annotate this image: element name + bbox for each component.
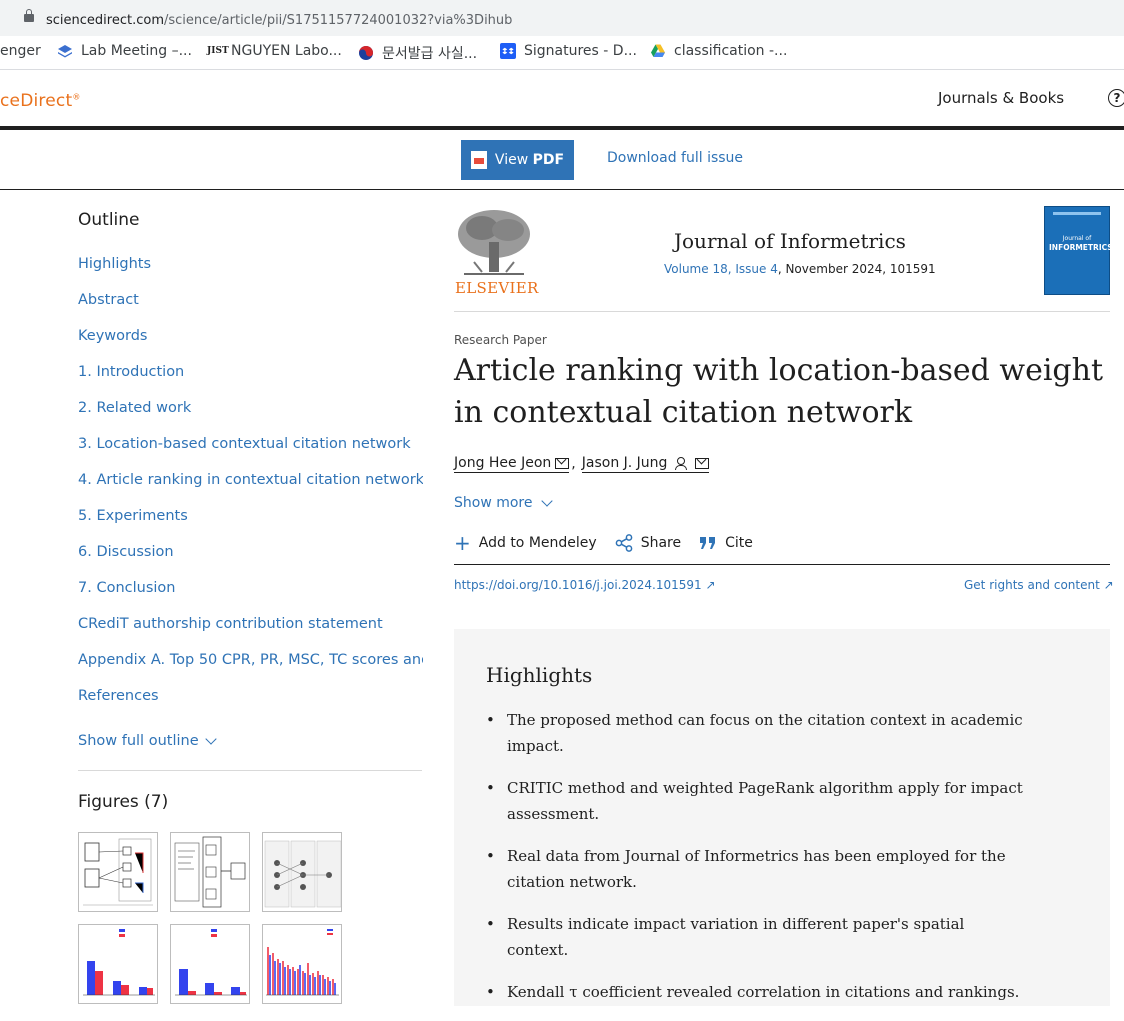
outline-item-conclusion[interactable]: 7. Conclusion (78, 580, 423, 616)
bookmark-item[interactable]: Signatures - D... (500, 43, 637, 59)
article-title: Article ranking with location-based weig… (454, 353, 1104, 430)
journal-cover-image[interactable]: Journal of INFORMETRICS (1044, 206, 1113, 295)
envelope-icon (555, 457, 570, 469)
outline-item-experiments[interactable]: 5. Experiments (78, 508, 423, 544)
add-to-mendeley-button[interactable]: + Add to Mendeley (454, 531, 597, 555)
figure-thumbnail[interactable] (78, 832, 158, 912)
share-button[interactable]: Share (615, 534, 681, 552)
external-link-icon: ↗ (705, 578, 716, 592)
bookmark-item[interactable]: Lab Meeting –... (57, 43, 192, 59)
help-icon[interactable]: ? (1108, 89, 1124, 107)
outline-item-introduction[interactable]: 1. Introduction (78, 364, 423, 400)
show-more-button[interactable]: Show more (454, 495, 553, 511)
outline-item-related-work[interactable]: 2. Related work (78, 400, 423, 436)
volume-issue-link[interactable]: Volume 18, Issue 4 (664, 262, 778, 276)
bookmark-item[interactable]: JIST NGUYEN Labo... (207, 43, 342, 59)
cite-button[interactable]: Cite (699, 535, 753, 551)
figure-thumbnail[interactable] (78, 924, 158, 1004)
outline-item-discussion[interactable]: 6. Discussion (78, 544, 423, 580)
author-list: Jong Hee Jeon , Jason J. Jung (454, 455, 710, 473)
envelope-icon (695, 457, 710, 469)
drive-icon (650, 43, 666, 59)
cover-title: INFORMETRICS (1049, 243, 1113, 252)
bookmark-item[interactable]: enger (0, 43, 41, 59)
person-icon (675, 457, 688, 470)
bookmarks-bar: enger Lab Meeting –... JIST NGUYEN Labo.… (0, 36, 1124, 70)
figure-thumbnail[interactable] (262, 924, 342, 1004)
cover-stripe (1053, 212, 1101, 215)
chevron-down-icon (540, 495, 553, 507)
show-full-outline-button[interactable]: Show full outline (78, 733, 217, 749)
sciencedirect-logo[interactable]: ceDirect® (0, 91, 81, 111)
plus-icon: + (454, 531, 471, 555)
view-pdf-label: View PDF (494, 152, 565, 168)
bookmark-item[interactable]: classification -... (650, 43, 787, 59)
outline-item-references[interactable]: References (78, 688, 423, 724)
view-pdf-button[interactable]: View PDF (461, 140, 574, 180)
journal-meta: Volume 18, Issue 4, November 2024, 10159… (664, 262, 936, 276)
lock-icon[interactable] (24, 9, 34, 22)
figures-title: Figures (7) (78, 792, 169, 812)
outline-item-section-3[interactable]: 3. Location-based contextual citation ne… (78, 436, 423, 472)
figure-thumbnail[interactable] (170, 924, 250, 1004)
highlights-section: Highlights The proposed method can focus… (454, 629, 1110, 1006)
pdf-icon (470, 151, 487, 169)
actions-divider (454, 564, 1110, 565)
cover-subtitle: Journal of (1062, 235, 1092, 242)
outline-list: Highlights Abstract Keywords 1. Introduc… (78, 256, 423, 724)
outline-item-section-4[interactable]: 4. Article ranking in contextual citatio… (78, 472, 423, 508)
quote-icon (700, 537, 716, 549)
layers-icon (57, 43, 73, 59)
dropbox-icon (500, 43, 516, 59)
taegeuk-icon (358, 45, 374, 61)
sidebar-divider (78, 770, 422, 771)
bookmark-item[interactable]: 문서발급 사실... (358, 43, 477, 63)
figure-thumbnail[interactable] (262, 832, 342, 912)
highlight-item: Results indicate impact variation in dif… (486, 911, 1026, 963)
outline-title: Outline (78, 210, 140, 230)
outline-item-keywords[interactable]: Keywords (78, 328, 423, 364)
url-text[interactable]: sciencedirect.com/science/article/pii/S1… (46, 13, 512, 28)
figure-thumbnail[interactable] (170, 832, 250, 912)
highlight-item: CRITIC method and weighted PageRank algo… (486, 775, 1026, 827)
highlight-item: Kendall τ coefficient revealed correlati… (486, 979, 1026, 1005)
author-separator: , (571, 456, 576, 472)
highlight-item: Real data from Journal of Informetrics h… (486, 843, 1026, 895)
article-actions: + Add to Mendeley Share Cite (454, 531, 771, 555)
journal-title-link[interactable]: Journal of Informetrics (674, 229, 906, 253)
journals-books-link[interactable]: Journals & Books (938, 89, 1064, 107)
browser-address-bar: sciencedirect.com/science/article/pii/S1… (0, 0, 1124, 36)
outline-item-highlights[interactable]: Highlights (78, 256, 423, 292)
elsevier-wordmark: ELSEVIER (455, 279, 539, 297)
chevron-down-icon (204, 733, 217, 745)
outline-item-appendix[interactable]: Appendix A. Top 50 CPR, PR, MSC, TC scor… (78, 652, 423, 688)
outline-item-abstract[interactable]: Abstract (78, 292, 423, 328)
highlight-item: The proposed method can focus on the cit… (486, 707, 1026, 759)
doi-link[interactable]: https://doi.org/10.1016/j.joi.2024.10159… (454, 578, 716, 592)
share-icon (615, 534, 633, 552)
header-divider (0, 126, 1124, 130)
author-link[interactable]: Jason J. Jung (581, 455, 710, 473)
url-field[interactable]: sciencedirect.com/science/article/pii/S1… (8, 4, 1124, 32)
rights-and-content-link[interactable]: Get rights and content ↗ (964, 578, 1114, 592)
author-link[interactable]: Jong Hee Jeon (454, 455, 570, 473)
jist-icon: JIST (207, 46, 229, 56)
site-header: ceDirect® Journals & Books ? (0, 70, 1124, 126)
journal-header-divider (454, 311, 1110, 312)
external-link-icon: ↗ (1103, 578, 1114, 592)
article-type: Research Paper (454, 333, 547, 347)
highlights-title: Highlights (486, 663, 593, 687)
download-full-issue-link[interactable]: Download full issue (607, 150, 743, 166)
highlights-list: The proposed method can focus on the cit… (486, 707, 1026, 1021)
outline-item-credit[interactable]: CRediT authorship contribution statement (78, 616, 423, 652)
toolbar-divider (0, 189, 1124, 190)
